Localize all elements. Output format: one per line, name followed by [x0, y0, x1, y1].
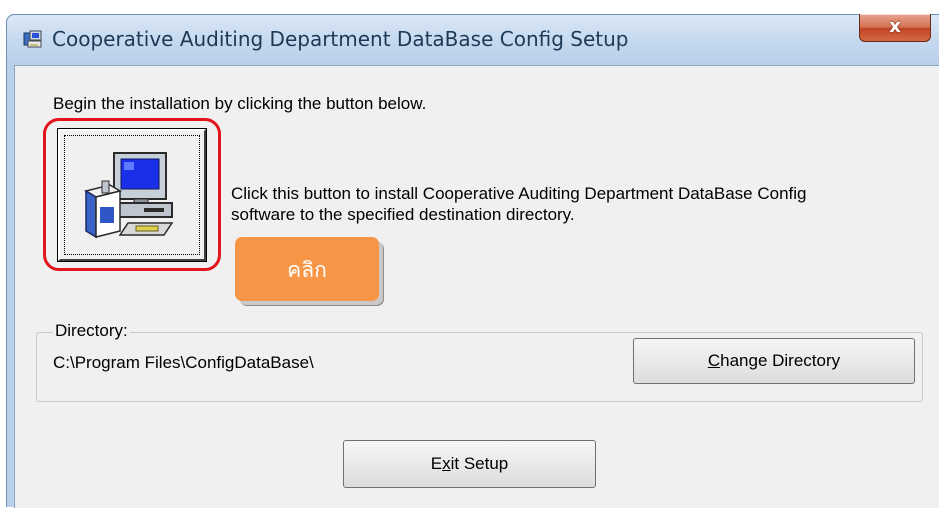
- close-button[interactable]: x: [859, 14, 931, 42]
- directory-group-label: Directory:: [53, 321, 130, 341]
- close-icon: x: [889, 16, 901, 37]
- change-directory-button[interactable]: Change Directory: [633, 338, 915, 384]
- directory-path: C:\Program Files\ConfigDataBase\: [53, 353, 314, 372]
- setup-app-icon: [23, 30, 42, 48]
- highlight-circle: [43, 118, 221, 271]
- title-bar[interactable]: Cooperative Auditing Department DataBase…: [7, 15, 939, 65]
- install-description-line2: software to the specified destination di…: [231, 205, 575, 224]
- exit-setup-label: Exit Setup: [430, 454, 509, 473]
- instruction-text: Begin the installation by clicking the b…: [53, 94, 427, 113]
- exit-setup-button[interactable]: Exit Setup: [343, 440, 596, 488]
- click-callout: คลิก: [235, 237, 379, 301]
- window-title: Cooperative Auditing Department DataBase…: [52, 27, 629, 51]
- change-directory-label: Change Directory: [707, 351, 841, 370]
- install-description-line1: Click this button to install Cooperative…: [231, 184, 807, 203]
- click-callout-text: คลิก: [287, 258, 327, 282]
